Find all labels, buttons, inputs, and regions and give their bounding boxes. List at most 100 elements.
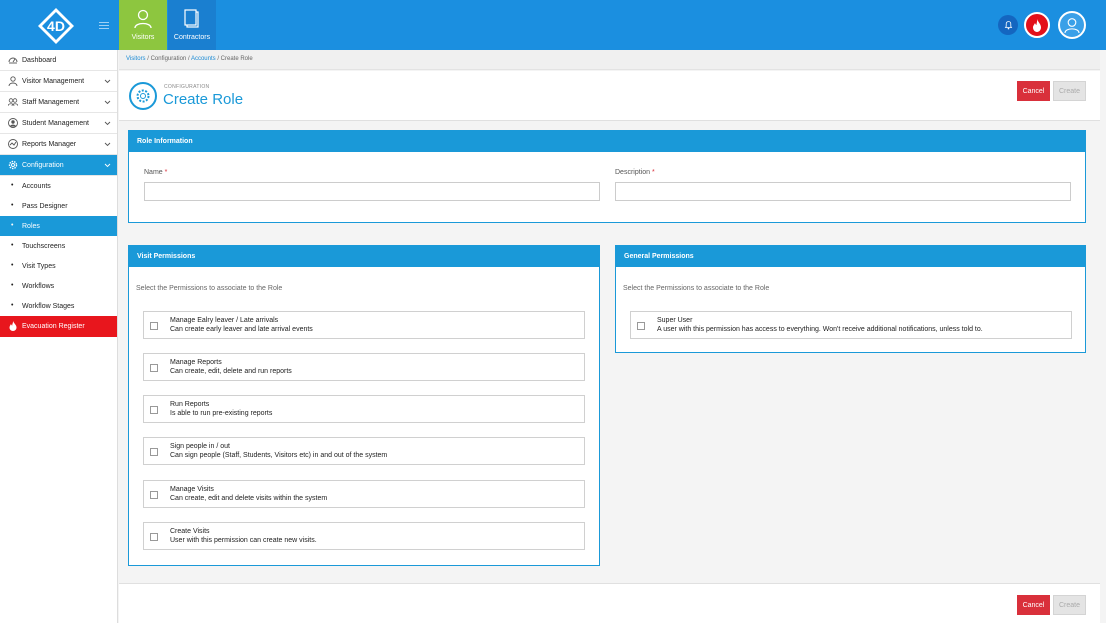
page-title: Create Role	[163, 91, 244, 108]
bullet-icon: •	[11, 242, 14, 249]
permission-item[interactable]: Manage Ealry leaver / Late arrivals Can …	[143, 311, 585, 339]
staff-icon	[8, 98, 18, 107]
permission-checkbox[interactable]	[150, 448, 158, 456]
chevron-down-icon	[104, 142, 111, 147]
name-input[interactable]	[144, 182, 600, 201]
permission-description: Is able to run pre-existing reports	[170, 410, 273, 417]
permission-checkbox[interactable]	[150, 533, 158, 541]
evacuation-button[interactable]	[1024, 12, 1050, 38]
breadcrumb: Visitors / Configuration / Accounts / Cr…	[119, 50, 1100, 70]
description-input[interactable]	[615, 182, 1071, 201]
general-permissions-panel: General Permissions Select the Permissio…	[615, 245, 1086, 353]
breadcrumb-current: Create Role	[220, 56, 253, 62]
page-pre-title: CONFIGURATION	[164, 84, 210, 90]
sidebar-subitem-pass-designer[interactable]: • Pass Designer	[0, 196, 117, 216]
menu-toggle-icon[interactable]	[99, 20, 109, 30]
sidebar-subitem-visit-types[interactable]: • Visit Types	[0, 256, 117, 276]
permission-item[interactable]: Super User A user with this permission h…	[630, 311, 1072, 339]
logo-area: 4D	[0, 0, 118, 50]
permission-checkbox[interactable]	[150, 322, 158, 330]
cancel-button[interactable]: Cancel	[1017, 595, 1050, 615]
sidebar-subitem-label: Workflows	[22, 283, 55, 290]
gear-icon	[8, 160, 18, 170]
required-mark: *	[164, 169, 168, 176]
cancel-button[interactable]: Cancel	[1017, 81, 1050, 101]
chevron-down-icon	[104, 79, 111, 84]
4d-logo[interactable]: 4D	[37, 7, 75, 45]
sidebar-item-label: Dashboard	[22, 57, 57, 64]
name-label-text: Name	[144, 169, 163, 176]
sidebar-item-staff-management[interactable]: Staff Management	[0, 92, 117, 113]
name-label: Name *	[144, 169, 167, 176]
chart-icon	[8, 139, 18, 149]
permission-description: Can create, edit and delete visits withi…	[170, 495, 328, 502]
bullet-icon: •	[11, 262, 14, 269]
create-button[interactable]: Create	[1053, 595, 1086, 615]
sidebar-subitem-roles[interactable]: • Roles	[0, 216, 117, 236]
permission-checkbox[interactable]	[637, 322, 645, 330]
permission-description: Can create, edit, delete and run reports	[170, 368, 292, 375]
permission-item[interactable]: Run Reports Is able to run pre-existing …	[143, 395, 585, 423]
sidebar: Dashboard Visitor Management Staff Manag…	[0, 50, 118, 623]
bullet-icon: •	[11, 302, 14, 309]
notifications-button[interactable]	[998, 15, 1018, 35]
permission-item[interactable]: Manage Visits Can create, edit and delet…	[143, 480, 585, 508]
sidebar-item-reports-manager[interactable]: Reports Manager	[0, 134, 117, 155]
chevron-down-icon	[104, 163, 111, 168]
permission-description: A user with this permission has access t…	[657, 326, 983, 333]
sidebar-item-configuration[interactable]: Configuration	[0, 155, 117, 176]
description-label-text: Description	[615, 169, 651, 176]
role-information-panel: Role Information Name * Description *	[128, 130, 1086, 223]
description-label: Description *	[615, 169, 655, 176]
breadcrumb-separator: /	[147, 56, 149, 62]
sidebar-subitem-label: Workflow Stages	[22, 303, 75, 310]
bell-icon	[1004, 21, 1012, 30]
sidebar-subitem-workflow-stages[interactable]: • Workflow Stages	[0, 296, 117, 316]
permission-title: Manage Ealry leaver / Late arrivals	[170, 317, 279, 324]
breadcrumb-link-accounts[interactable]: Accounts	[191, 56, 216, 62]
tab-contractors[interactable]: Contractors	[168, 0, 216, 50]
breadcrumb-link-visitors[interactable]: Visitors	[126, 56, 146, 62]
user-avatar-button[interactable]	[1058, 11, 1086, 39]
tab-visitors-label: Visitors	[131, 34, 155, 41]
page-header: CONFIGURATION Create Role Cancel Create	[119, 71, 1100, 121]
permission-description: Can sign people (Staff, Students, Visito…	[170, 452, 388, 459]
sidebar-item-dashboard[interactable]: Dashboard	[0, 50, 117, 71]
permission-checkbox[interactable]	[150, 364, 158, 372]
permission-checkbox[interactable]	[150, 406, 158, 414]
svg-text:4D: 4D	[47, 18, 65, 34]
sidebar-item-label: Reports Manager	[22, 141, 77, 148]
chevron-down-icon	[104, 100, 111, 105]
permission-title: Super User	[657, 317, 693, 324]
permission-item[interactable]: Sign people in / out Can sign people (St…	[143, 437, 585, 465]
permission-title: Manage Reports	[170, 359, 222, 366]
permission-title: Sign people in / out	[170, 443, 230, 450]
sidebar-subitem-workflows[interactable]: • Workflows	[0, 276, 117, 296]
permission-item[interactable]: Create Visits User with this permission …	[143, 522, 585, 550]
bullet-icon: •	[11, 182, 14, 189]
sidebar-item-label: Visitor Management	[22, 78, 85, 85]
sidebar-item-student-management[interactable]: Student Management	[0, 113, 117, 134]
required-mark: *	[651, 169, 655, 176]
sidebar-subitem-touchscreens[interactable]: • Touchscreens	[0, 236, 117, 256]
footer-actions: Cancel Create	[119, 583, 1100, 623]
tab-visitors[interactable]: Visitors	[119, 0, 167, 50]
person-icon	[8, 76, 18, 86]
bullet-icon: •	[11, 202, 14, 209]
create-button[interactable]: Create	[1053, 81, 1086, 101]
permission-description: User with this permission can create new…	[170, 537, 317, 544]
flame-icon	[1033, 18, 1041, 32]
top-bar: 4D Visitors Contractors	[0, 0, 1106, 50]
permission-checkbox[interactable]	[150, 491, 158, 499]
sidebar-item-evacuation-register[interactable]: Evacuation Register	[0, 316, 117, 337]
gauge-icon	[8, 57, 18, 64]
permission-title: Run Reports	[170, 401, 210, 408]
sidebar-subitem-accounts[interactable]: • Accounts	[0, 176, 117, 196]
sidebar-item-label: Staff Management	[22, 99, 80, 106]
permission-description: Can create early leaver and late arrival…	[170, 326, 313, 333]
sidebar-item-visitor-management[interactable]: Visitor Management	[0, 71, 117, 92]
document-icon	[184, 9, 199, 28]
panel-heading: Visit Permissions	[129, 246, 599, 267]
tab-contractors-label: Contractors	[173, 34, 211, 41]
permission-item[interactable]: Manage Reports Can create, edit, delete …	[143, 353, 585, 381]
